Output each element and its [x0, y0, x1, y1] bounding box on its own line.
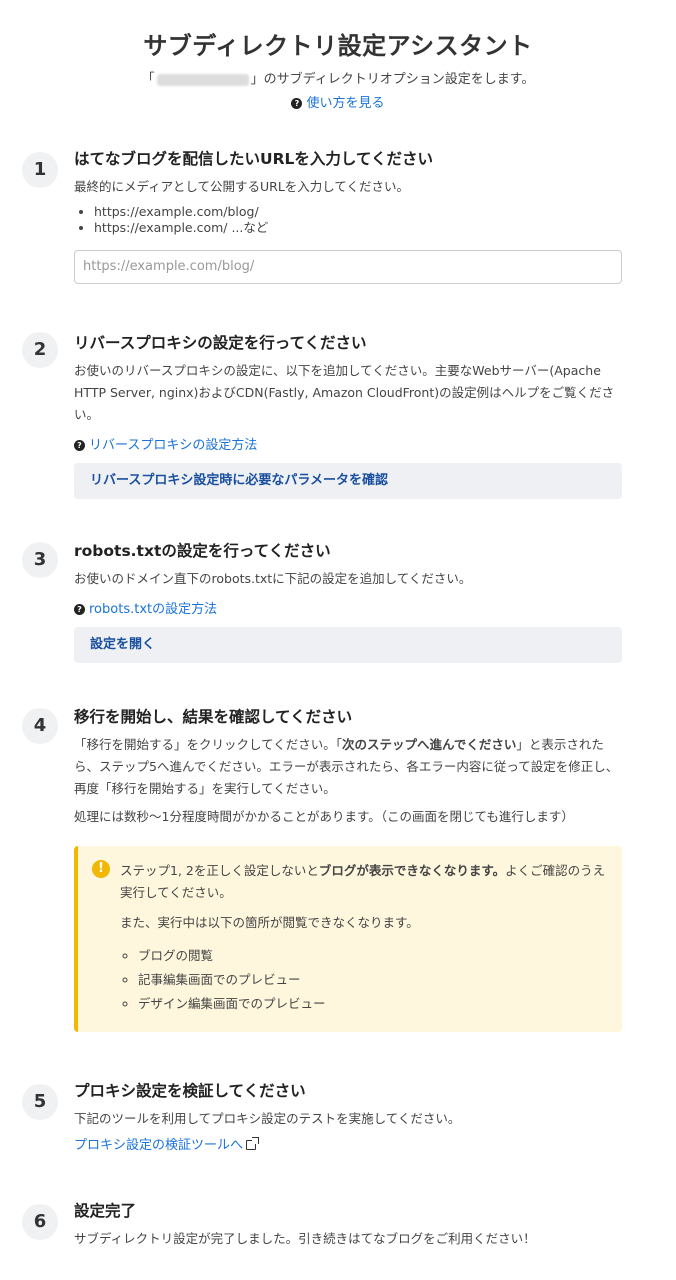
list-item: https://example.com/blog/ — [94, 204, 622, 220]
step-content: プロキシ設定を検証してください 下記のツールを利用してプロキシ設定のテストを実施… — [74, 1080, 622, 1153]
step-description: 下記のツールを利用してプロキシ設定のテストを実施してください。 — [74, 1111, 461, 1126]
tool-row: プロキシ設定の検証ツールへ — [74, 1134, 622, 1153]
question-icon: ? — [74, 440, 85, 451]
reverse-proxy-params-button[interactable]: リバースプロキシ設定時に必要なパラメータを確認 — [74, 463, 622, 499]
step-content: robots.txtの設定を行ってください お使いのドメイン直下のrobots.… — [74, 540, 622, 663]
step-heading: robots.txtの設定を行ってください — [74, 542, 331, 560]
list-item: https://example.com/ ...など — [94, 220, 622, 236]
warning-box: ! ステップ1, 2を正しく設定しないとブログが表示できなくなります。よくご確認… — [74, 846, 622, 1032]
help-row: ? リバースプロキシの設定方法 — [74, 434, 622, 453]
example-list: https://example.com/blog/ https://exampl… — [74, 204, 622, 236]
reverse-proxy-help-link[interactable]: リバースプロキシの設定方法 — [89, 438, 257, 453]
question-icon: ? — [291, 98, 303, 109]
help-row: ? robots.txtの設定方法 — [74, 598, 622, 617]
warning-text: ステップ1, 2を正しく設定しないとブログが表示できなくなります。よくご確認のう… — [120, 863, 606, 900]
question-icon: ? — [74, 604, 85, 615]
step-description: お使いのリバースプロキシの設定に、以下を追加してください。主要なWebサーバー(… — [74, 363, 615, 422]
step-content: 移行を開始し、結果を確認してください 「移行を開始する」をクリックしてください。… — [74, 706, 622, 828]
step-heading: プロキシ設定を検証してください — [74, 1082, 306, 1100]
step-heading: 設定完了 — [74, 1202, 137, 1220]
step-number: 2 — [22, 332, 58, 368]
list-item: デザイン編集画面でのプレビュー — [138, 992, 606, 1016]
page-subtitle: 「」のサブディレクトリオプション設定をします。 — [141, 72, 535, 87]
list-item: 記事編集画面でのプレビュー — [138, 968, 606, 992]
step-note: 処理には数秒〜1分程度時間がかかることがあります。（この画面を閉じても進行します… — [74, 809, 574, 824]
list-item: ブログの閲覧 — [138, 944, 606, 968]
howto-row: ? 使い方を見る — [0, 92, 676, 111]
step-number: 3 — [22, 542, 58, 578]
warning-text-2: また、実行中は以下の箇所が閲覧できなくなります。 — [120, 915, 419, 930]
robots-help-link[interactable]: robots.txtの設定方法 — [89, 602, 217, 617]
blurred-blog-name — [156, 73, 249, 86]
url-input[interactable]: https://example.com/blog/ — [74, 250, 622, 284]
step-description: 「移行を開始する」をクリックしてください。「次のステップへ進んでください」と表示… — [74, 737, 619, 796]
step-content: はてなブログを配信したいURLを入力してください 最終的にメディアとして公開する… — [74, 148, 622, 284]
page-title: サブディレクトリ設定アシスタント — [143, 32, 533, 60]
step-heading: リバースプロキシの設定を行ってください — [74, 334, 367, 352]
proxy-verify-tool-link[interactable]: プロキシ設定の検証ツールへ — [74, 1138, 243, 1153]
step-number: 5 — [22, 1084, 58, 1120]
step-description: お使いのドメイン直下のrobots.txtに下記の設定を追加してください。 — [74, 571, 472, 586]
howto-link[interactable]: 使い方を見る — [306, 96, 384, 111]
step-number: 4 — [22, 708, 58, 744]
warning-list: ブログの閲覧 記事編集画面でのプレビュー デザイン編集画面でのプレビュー — [120, 944, 606, 1016]
step-heading: はてなブログを配信したいURLを入力してください — [74, 150, 433, 168]
step-number: 6 — [22, 1204, 58, 1240]
exclamation-icon: ! — [92, 860, 110, 878]
step-description: サブディレクトリ設定が完了しました。引き続きはてなブログをご利用ください！ — [74, 1231, 536, 1246]
step-description: 最終的にメディアとして公開するURLを入力してください。 — [74, 179, 410, 194]
step-content: リバースプロキシの設定を行ってください お使いのリバースプロキシの設定に、以下を… — [74, 332, 622, 499]
step-heading: 移行を開始し、結果を確認してください — [74, 708, 353, 726]
open-settings-button[interactable]: 設定を開く — [74, 627, 622, 663]
step-number: 1 — [22, 152, 58, 188]
step-content: 設定完了 サブディレクトリ設定が完了しました。引き続きはてなブログをご利用くださ… — [74, 1200, 622, 1250]
external-link-icon — [246, 1137, 260, 1150]
